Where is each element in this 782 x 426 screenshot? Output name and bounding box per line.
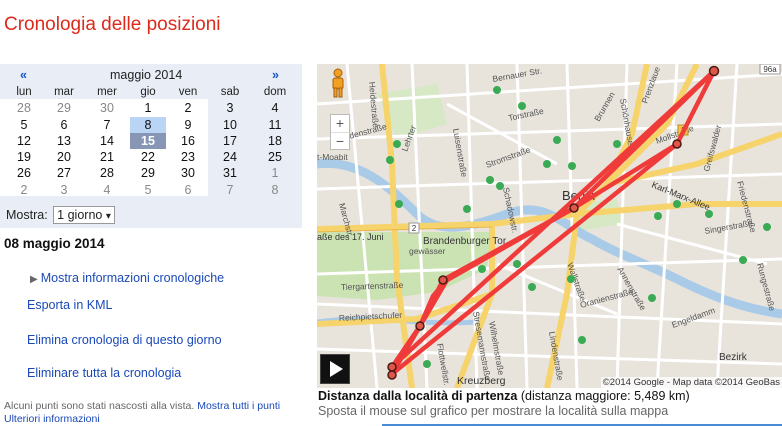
calendar-day[interactable]: 8 <box>257 182 293 198</box>
calendar-day[interactable]: 5 <box>130 182 166 198</box>
calendar-day[interactable]: 26 <box>6 165 42 181</box>
delete-day-history-link[interactable]: Elimina cronologia di questo giorno <box>27 333 222 347</box>
more-info-link[interactable]: Ulteriori informazioni <box>4 413 100 425</box>
chevron-down-icon: ▾ <box>105 211 111 222</box>
show-all-points-link[interactable]: Mostra tutti i punti <box>197 400 280 412</box>
street-label: gewässer <box>409 246 446 256</box>
calendar-week-row: 26 27 28 29 30 31 1 <box>0 165 302 181</box>
calendar-week-row: 19 20 21 22 23 24 25 <box>0 149 302 165</box>
calendar-day[interactable]: 11 <box>257 117 293 133</box>
calendar-header: « maggio 2014 » <box>0 68 302 84</box>
distance-chart-title-detail: (distanza maggiore: 5,489 km) <box>520 389 690 403</box>
calendar-day[interactable]: 10 <box>212 117 248 133</box>
calendar-day[interactable]: 3 <box>212 100 248 116</box>
expand-triangle-icon: ▶ <box>30 274 38 285</box>
footnote-text: Alcuni punti sono stati nascosti alla vi… <box>4 400 195 412</box>
calendar-week-row: 2 3 4 5 6 7 8 <box>0 182 302 198</box>
calendar-week-row: 12 13 14 15 16 17 18 <box>0 132 302 149</box>
show-timeline-info-link[interactable]: ▶ Mostra informazioni cronologiche <box>30 271 224 285</box>
calendar-day[interactable]: 2 <box>6 182 42 198</box>
weekday-label: gio <box>140 86 156 98</box>
calendar-day-today[interactable]: 15 <box>130 132 166 149</box>
calendar-day[interactable]: 19 <box>6 149 42 165</box>
export-kml-link[interactable]: Esporta in KML <box>27 298 112 312</box>
show-timeline-info-label: Mostra informazioni cronologiche <box>40 271 225 285</box>
calendar-day[interactable]: 28 <box>89 165 125 181</box>
calendar-day[interactable]: 20 <box>46 149 82 165</box>
street-view-pegman-icon[interactable] <box>330 68 346 98</box>
weekday-label: mar <box>54 86 74 98</box>
page-title: Cronologia delle posizioni <box>4 14 221 35</box>
map-zoom-control: + − <box>330 114 350 150</box>
calendar-weekday-row: lun mar mer gio ven sab dom <box>0 84 302 100</box>
weekday-label: lun <box>16 86 32 98</box>
calendar-day[interactable]: 13 <box>46 133 82 149</box>
calendar-day[interactable]: 28 <box>6 100 42 116</box>
road-shield-number: 96a <box>763 65 777 74</box>
zoom-out-button[interactable]: − <box>331 132 349 150</box>
calendar-day[interactable]: 6 <box>46 117 82 133</box>
weekday-label: dom <box>263 86 287 98</box>
calendar-day[interactable]: 1 <box>130 100 166 116</box>
calendar-day[interactable]: 21 <box>89 149 125 165</box>
distance-chart-hint: Sposta il mouse sul grafico per mostrare… <box>318 404 669 418</box>
map-canvas: Heidestraße Luisenstraße Torstraße Berna… <box>317 64 782 388</box>
calendar-month-label: maggio 2014 <box>110 68 183 82</box>
weekday-label: mer <box>97 86 117 98</box>
calendar-grid: lun mar mer gio ven sab dom 28 29 30 1 2… <box>0 84 302 198</box>
calendar-day[interactable]: 9 <box>170 117 206 133</box>
selected-date-heading: 08 maggio 2014 <box>4 236 105 251</box>
calendar-day[interactable]: 14 <box>89 133 125 149</box>
calendar-day[interactable]: 2 <box>170 100 206 116</box>
district-label: Kreuzberg <box>457 375 506 387</box>
calendar-day[interactable]: 12 <box>6 133 42 149</box>
weekday-label: ven <box>178 86 198 98</box>
date-picker-calendar: « maggio 2014 » lun mar mer gio ven sab … <box>0 64 302 228</box>
calendar-day[interactable]: 24 <box>212 149 248 165</box>
weekday-label: sab <box>220 86 240 98</box>
calendar-day[interactable]: 17 <box>212 133 248 149</box>
calendar-day[interactable]: 27 <box>46 165 82 181</box>
hidden-points-footnote: Alcuni punti sono stati nascosti alla vi… <box>4 400 294 426</box>
play-icon <box>330 361 343 377</box>
street-label: t-Moabit <box>317 152 348 162</box>
calendar-day[interactable]: 29 <box>130 165 166 181</box>
road-shield-number: 2 <box>412 224 417 233</box>
calendar-day[interactable]: 16 <box>170 133 206 149</box>
calendar-day[interactable]: 4 <box>89 182 125 198</box>
district-label: Bezirk <box>719 352 748 363</box>
calendar-week-row: 5 6 7 8 9 10 11 <box>0 116 302 133</box>
map-copyright: ©2014 Google - Map data ©2014 GeoBas <box>600 377 782 388</box>
distance-chart-title: Distanza dalla località di partenza (dis… <box>318 389 690 403</box>
calendar-day[interactable]: 7 <box>212 182 248 198</box>
calendar-day[interactable]: 1 <box>257 165 293 181</box>
landmark-label: Brandenburger Tor <box>423 236 507 247</box>
calendar-day[interactable]: 29 <box>46 100 82 116</box>
zoom-in-button[interactable]: + <box>331 115 349 132</box>
calendar-day[interactable]: 6 <box>170 182 206 198</box>
display-mode-row: Mostra: 1 giorno ▾ <box>6 206 115 224</box>
distance-chart-title-main: Distanza dalla località di partenza <box>318 389 518 403</box>
display-mode-select[interactable]: 1 giorno ▾ <box>53 206 115 224</box>
calendar-day[interactable]: 3 <box>46 182 82 198</box>
calendar-day[interactable]: 30 <box>170 165 206 181</box>
display-mode-value: 1 giorno <box>57 208 103 222</box>
calendar-day[interactable]: 22 <box>130 149 166 165</box>
play-animation-button[interactable] <box>320 354 350 384</box>
next-month-button[interactable]: » <box>272 68 279 82</box>
calendar-day[interactable]: 25 <box>257 149 293 165</box>
calendar-day[interactable]: 31 <box>212 165 248 181</box>
calendar-day[interactable]: 5 <box>6 117 42 133</box>
delete-all-history-link[interactable]: Eliminare tutta la cronologia <box>27 366 181 380</box>
previous-month-button[interactable]: « <box>20 68 27 82</box>
calendar-day[interactable]: 30 <box>89 100 125 116</box>
calendar-day[interactable]: 18 <box>257 133 293 149</box>
calendar-day[interactable]: 23 <box>170 149 206 165</box>
calendar-day[interactable]: 7 <box>89 117 125 133</box>
calendar-week-row: 28 29 30 1 2 3 4 <box>0 100 302 116</box>
calendar-day[interactable]: 4 <box>257 100 293 116</box>
display-mode-label: Mostra: <box>6 208 48 222</box>
calendar-day-selected[interactable]: 8 <box>130 116 166 133</box>
location-map[interactable]: Heidestraße Luisenstraße Torstraße Berna… <box>317 64 782 388</box>
